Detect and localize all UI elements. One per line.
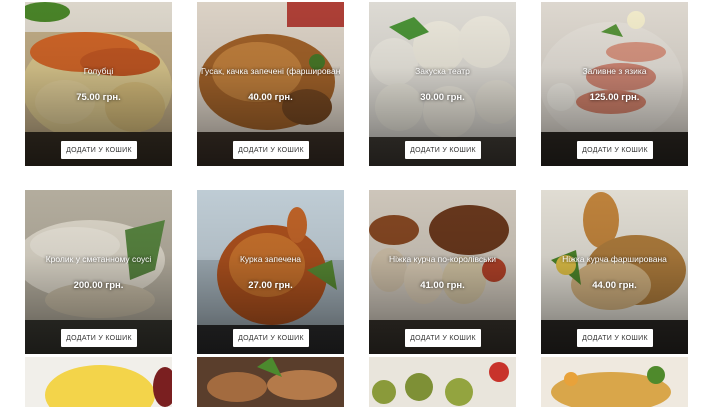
add-to-cart-button[interactable]: ДОДАТИ У КОШИК bbox=[233, 141, 309, 159]
product-price: 200.00 грн. bbox=[73, 280, 124, 291]
product-card-nizhka-farshyrovana[interactable]: Ніжка курча фарширована 44.00 грн. ДОДАТ… bbox=[541, 190, 688, 354]
product-title[interactable]: Заливне з язика bbox=[545, 66, 684, 76]
add-to-cart-button[interactable]: ДОДАТИ У КОШИК bbox=[577, 329, 653, 347]
product-card-zalyvne[interactable]: Заливне з язика 125.00 грн. ДОДАТИ У КОШ… bbox=[541, 2, 688, 166]
product-title[interactable]: Закуска театр bbox=[373, 66, 512, 76]
product-card-holubtsi[interactable]: Голубці 75.00 грн. ДОДАТИ У КОШИК bbox=[25, 2, 172, 166]
add-to-cart-button[interactable]: ДОДАТИ У КОШИК bbox=[577, 141, 653, 159]
product-card-zakuska[interactable]: Закуска театр 30.00 грн. ДОДАТИ У КОШИК bbox=[369, 2, 516, 166]
product-card-krolyk[interactable]: Кролик у сметанному соусі 200.00 грн. ДО… bbox=[25, 190, 172, 354]
product-price: 40.00 грн. bbox=[248, 92, 293, 103]
product-title[interactable]: Ніжка курча по-королівськи bbox=[373, 254, 512, 264]
product-title[interactable]: Ніжка курча фарширована bbox=[545, 254, 684, 264]
add-to-cart-button[interactable]: ДОДАТИ У КОШИК bbox=[405, 329, 481, 347]
product-card-husak[interactable]: Гусак, качка запечені (фаршировані) 40.0… bbox=[197, 2, 344, 166]
product-title[interactable]: Гусак, качка запечені (фаршировані) bbox=[201, 66, 340, 76]
add-to-cart-button[interactable]: ДОДАТИ У КОШИК bbox=[233, 329, 309, 347]
product-card-nizhka-korolivsky[interactable]: Ніжка курча по-королівськи 41.00 грн. ДО… bbox=[369, 190, 516, 354]
product-price: 125.00 грн. bbox=[589, 92, 640, 103]
product-title[interactable]: Кролик у сметанному соусі bbox=[29, 254, 168, 264]
product-title[interactable]: Голубці bbox=[29, 66, 168, 76]
product-price: 44.00 грн. bbox=[592, 280, 637, 291]
product-grid: Голубці 75.00 грн. ДОДАТИ У КОШИК Гусак,… bbox=[0, 0, 709, 407]
product-title[interactable]: Курка запечена bbox=[201, 254, 340, 264]
product-price: 27.00 грн. bbox=[248, 280, 293, 291]
product-card-kurka[interactable]: Курка запечена 27.00 грн. ДОДАТИ У КОШИК bbox=[197, 190, 344, 354]
add-to-cart-button[interactable]: ДОДАТИ У КОШИК bbox=[61, 141, 137, 159]
add-to-cart-button[interactable]: ДОДАТИ У КОШИК bbox=[405, 141, 481, 159]
product-price: 75.00 грн. bbox=[76, 92, 121, 103]
add-to-cart-button[interactable]: ДОДАТИ У КОШИК bbox=[61, 329, 137, 347]
product-price: 30.00 грн. bbox=[420, 92, 465, 103]
product-price: 41.00 грн. bbox=[420, 280, 465, 291]
